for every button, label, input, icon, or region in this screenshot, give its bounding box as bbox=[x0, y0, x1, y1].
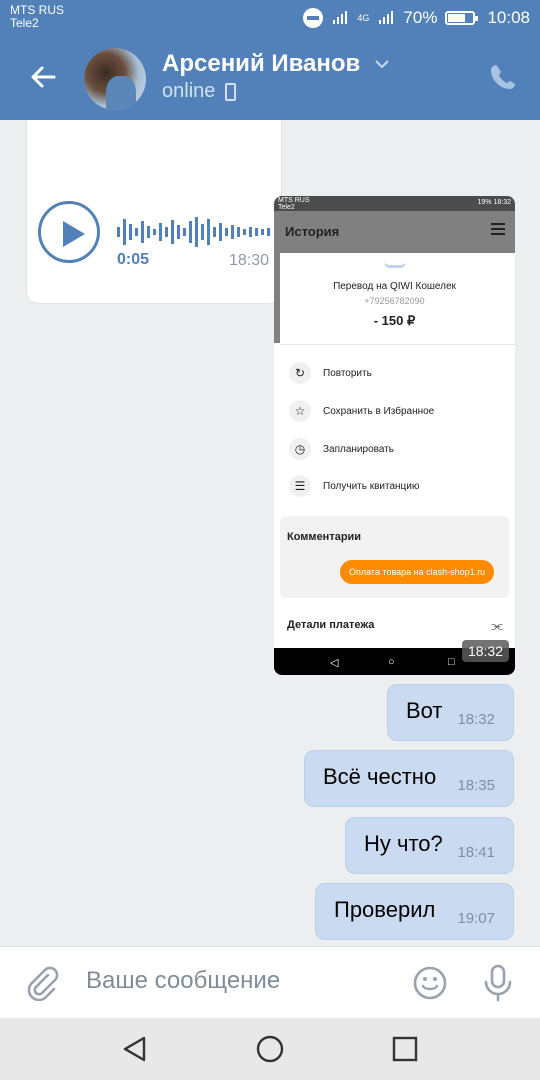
screenshot-carrier-2: Tele2 bbox=[278, 204, 295, 211]
square-recents-icon: □ bbox=[448, 656, 455, 668]
message-time: 18:41 bbox=[457, 844, 495, 861]
message-time: 18:35 bbox=[457, 777, 495, 794]
screenshot-message[interactable]: MTS RUS Tele2 19% 18:32 История Перевод н… bbox=[274, 196, 515, 675]
paperclip-icon[interactable] bbox=[24, 965, 60, 1001]
message-composer: Ваше сообщение bbox=[0, 946, 540, 1018]
outgoing-message[interactable]: Проверил 19:07 bbox=[315, 883, 514, 940]
status-indicators: 4G 70% 10:08 bbox=[303, 6, 530, 30]
filter-icon bbox=[491, 223, 505, 235]
circle-home-icon: ○ bbox=[388, 656, 395, 668]
action-repeat: ↻ Повторить bbox=[289, 360, 372, 386]
message-time: 18:30 bbox=[228, 252, 269, 269]
action-receipt: ☰ Получить квитанцию bbox=[289, 473, 419, 499]
comments-title: Комментарии bbox=[287, 531, 362, 543]
chevron-down-icon bbox=[375, 60, 389, 69]
share-icon: ⫘ bbox=[491, 618, 503, 633]
circle-home-icon[interactable] bbox=[255, 1034, 285, 1064]
transaction-phone: +79256782090 bbox=[364, 296, 425, 306]
action-schedule: ◷ Запланировать bbox=[289, 436, 394, 462]
contact-status: online bbox=[162, 80, 237, 103]
outgoing-message[interactable]: Всё честно 18:35 bbox=[304, 750, 514, 807]
avatar[interactable] bbox=[84, 48, 146, 110]
screenshot-status-bar: MTS RUS Tele2 19% 18:32 bbox=[274, 196, 515, 211]
message-text: Ну что? bbox=[364, 831, 443, 856]
carrier-names: MTS RUS Tele2 bbox=[10, 4, 64, 30]
chat-history[interactable]: 0:05 18:30 MTS RUS Tele2 19% 18:32 Истори… bbox=[0, 120, 540, 946]
carrier-2: Tele2 bbox=[10, 16, 39, 30]
action-label: Повторить bbox=[323, 367, 372, 379]
microphone-icon[interactable] bbox=[480, 963, 516, 1003]
square-recents-icon[interactable] bbox=[390, 1034, 420, 1064]
screenshot-carrier-1: MTS RUS bbox=[278, 197, 310, 204]
screenshot-status-right: 19% 18:32 bbox=[477, 199, 511, 206]
message-input[interactable]: Ваше сообщение bbox=[86, 967, 280, 995]
triangle-back-icon: ◁ bbox=[330, 657, 339, 669]
screenshot-title: История bbox=[285, 224, 340, 239]
battery-icon bbox=[445, 11, 479, 25]
action-label: Запланировать bbox=[323, 443, 394, 455]
online-label: online bbox=[162, 80, 216, 102]
divider bbox=[280, 344, 515, 345]
message-text: Проверил bbox=[334, 897, 436, 922]
action-favorite: ☆ Сохранить в Избранное bbox=[289, 398, 434, 424]
top-bar: MTS RUS Tele2 4G 70% 10:08 Арсений Ивано… bbox=[0, 0, 540, 120]
smile-icon[interactable] bbox=[412, 965, 448, 1001]
voice-duration: 0:05 bbox=[117, 251, 150, 268]
voice-message[interactable]: 0:05 18:30 bbox=[26, 120, 282, 304]
payment-details-title: Детали платежа bbox=[287, 619, 375, 631]
message-text: Всё честно bbox=[323, 764, 437, 789]
triangle-back-icon[interactable] bbox=[120, 1034, 150, 1064]
comment-bubble: Оплата товара на clash-shop1.ru bbox=[340, 560, 495, 584]
transaction-title: Перевод на QIWI Кошелек bbox=[333, 281, 456, 292]
message-time: 18:32 bbox=[461, 640, 509, 662]
status-bar: MTS RUS Tele2 4G 70% 10:08 bbox=[0, 0, 540, 34]
phone-icon[interactable] bbox=[488, 62, 518, 92]
star-icon: ☆ bbox=[289, 400, 311, 422]
message-time: 19:07 bbox=[457, 910, 495, 927]
signal-icon bbox=[333, 11, 348, 24]
transaction-amount: - 150 ₽ bbox=[373, 313, 416, 328]
back-arrow-icon[interactable] bbox=[26, 60, 60, 94]
network-type: 4G bbox=[357, 12, 370, 23]
waveform bbox=[117, 217, 270, 247]
clock-icon: ◷ bbox=[289, 438, 311, 460]
clock: 10:08 bbox=[487, 8, 530, 27]
mobile-device-icon bbox=[225, 82, 237, 101]
qiwi-logo-icon bbox=[384, 258, 406, 268]
comments-box bbox=[280, 516, 509, 598]
system-navbar bbox=[0, 1018, 540, 1080]
refresh-icon: ↻ bbox=[289, 362, 311, 384]
receipt-icon: ☰ bbox=[289, 475, 311, 497]
signal-icon-2 bbox=[379, 11, 394, 24]
message-time: 18:32 bbox=[457, 711, 495, 728]
battery-percent: 70% bbox=[403, 8, 438, 27]
play-icon[interactable] bbox=[38, 201, 100, 263]
contact-name[interactable]: Арсений Иванов bbox=[162, 50, 389, 78]
action-label: Сохранить в Избранное bbox=[323, 405, 435, 417]
message-text: Вот bbox=[406, 698, 443, 723]
action-label: Получить квитанцию bbox=[323, 480, 420, 492]
outgoing-message[interactable]: Ну что? 18:41 bbox=[345, 817, 514, 874]
contact-name-text: Арсений Иванов bbox=[162, 50, 361, 77]
outgoing-message[interactable]: Вот 18:32 bbox=[387, 684, 514, 741]
do-not-disturb-icon bbox=[303, 8, 324, 28]
